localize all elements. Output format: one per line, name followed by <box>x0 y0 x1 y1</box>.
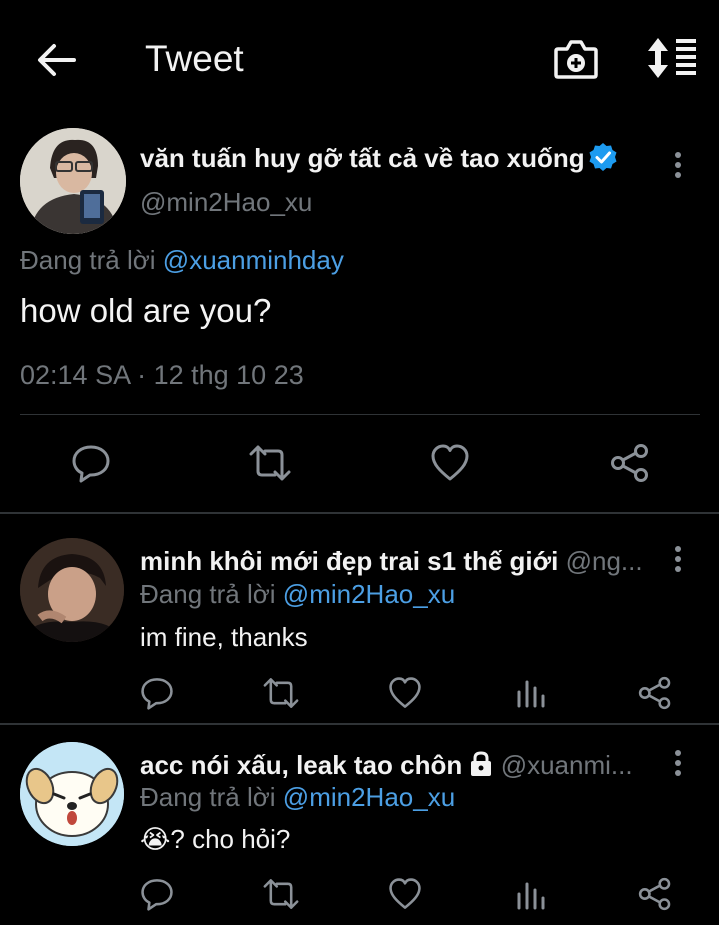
camera-plus-icon <box>554 40 598 79</box>
retweet-icon <box>249 445 291 481</box>
more-options-icon[interactable] <box>668 546 688 580</box>
share-icon <box>638 676 671 710</box>
share-button[interactable] <box>610 443 650 483</box>
reply-author-line[interactable]: acc nói xấu, leak tao chôn @xuanmi... <box>140 750 650 781</box>
reply-avatar[interactable] <box>20 742 124 846</box>
main-tweet-handle[interactable]: @min2Hao_xu <box>140 187 312 218</box>
analytics-icon <box>517 882 545 910</box>
like-button[interactable] <box>430 443 470 483</box>
analytics-icon <box>517 680 545 708</box>
divider <box>20 414 700 415</box>
divider <box>0 512 719 514</box>
replying-to-link[interactable]: @min2Hao_xu <box>283 782 455 812</box>
like-button[interactable] <box>388 877 422 911</box>
protected-lock-icon <box>469 751 493 777</box>
arrow-left-icon <box>38 44 76 76</box>
avatar-dog-cartoon <box>20 742 124 846</box>
replying-prefix: Đang trả lời <box>20 245 156 275</box>
analytics-button[interactable] <box>516 880 546 910</box>
main-tweet-text: how old are you? <box>20 292 272 329</box>
verified-badge-icon <box>588 142 618 172</box>
reply-display-name: acc nói xấu, leak tao chôn <box>140 750 463 780</box>
reply-text: im fine, thanks <box>140 622 308 652</box>
retweet-icon <box>263 879 299 909</box>
reply-handle: @ng... <box>565 546 643 576</box>
main-tweet-display-name[interactable]: văn tuấn huy gỡ tất cả về tao xuống <box>140 142 618 174</box>
share-button[interactable] <box>638 877 672 911</box>
reply-handle: @xuanmi... <box>500 750 633 780</box>
reply-display-name: minh khôi mới đẹp trai s1 thế giới <box>140 546 559 576</box>
heart-icon <box>431 444 469 481</box>
replying-to-link[interactable]: @min2Hao_xu <box>283 579 455 609</box>
retweet-button[interactable] <box>248 443 292 483</box>
replying-to-line: Đang trả lời @min2Hao_xu <box>140 579 455 610</box>
replying-to-link[interactable]: @xuanminhday <box>163 245 344 275</box>
replying-prefix: Đang trả lời <box>140 579 276 609</box>
share-button[interactable] <box>638 676 672 710</box>
top-bar: Tweet <box>0 0 719 118</box>
share-icon <box>638 877 671 911</box>
sort-button[interactable] <box>646 37 698 79</box>
main-tweet-avatar[interactable] <box>20 128 126 234</box>
heart-icon <box>389 677 421 708</box>
heart-icon <box>389 878 421 909</box>
sort-list-icon <box>648 38 696 78</box>
analytics-button[interactable] <box>516 678 546 708</box>
main-tweet-timestamp: 02:14 SA · 12 thg 10 23 <box>20 360 304 390</box>
reply-text: 😭? cho hỏi? <box>140 824 291 854</box>
reply-button[interactable] <box>140 877 174 911</box>
avatar-photo <box>20 128 126 234</box>
reply-icon <box>72 445 110 483</box>
camera-button[interactable] <box>553 37 599 81</box>
replying-to-line: Đang trả lời @xuanminhday <box>20 245 344 276</box>
share-icon <box>611 444 648 482</box>
page-title: Tweet <box>145 38 244 79</box>
back-button[interactable] <box>34 38 78 82</box>
more-options-icon[interactable] <box>668 152 688 186</box>
reply-author-line[interactable]: minh khôi mới đẹp trai s1 thế giới @ng..… <box>140 546 650 577</box>
divider <box>0 723 719 725</box>
replying-prefix: Đang trả lời <box>140 782 276 812</box>
avatar-photo <box>20 538 124 642</box>
reply-icon <box>141 879 173 911</box>
retweet-button[interactable] <box>262 877 300 911</box>
reply-button[interactable] <box>140 676 174 710</box>
more-options-icon[interactable] <box>668 750 688 784</box>
replying-to-line: Đang trả lời @min2Hao_xu <box>140 782 455 813</box>
retweet-button[interactable] <box>262 676 300 710</box>
display-name-text: văn tuấn huy gỡ tất cả về tao xuống <box>140 143 585 173</box>
reply-button[interactable] <box>71 443 111 483</box>
like-button[interactable] <box>388 676 422 710</box>
reply-avatar[interactable] <box>20 538 124 642</box>
retweet-icon <box>263 678 299 708</box>
reply-icon <box>141 678 173 710</box>
